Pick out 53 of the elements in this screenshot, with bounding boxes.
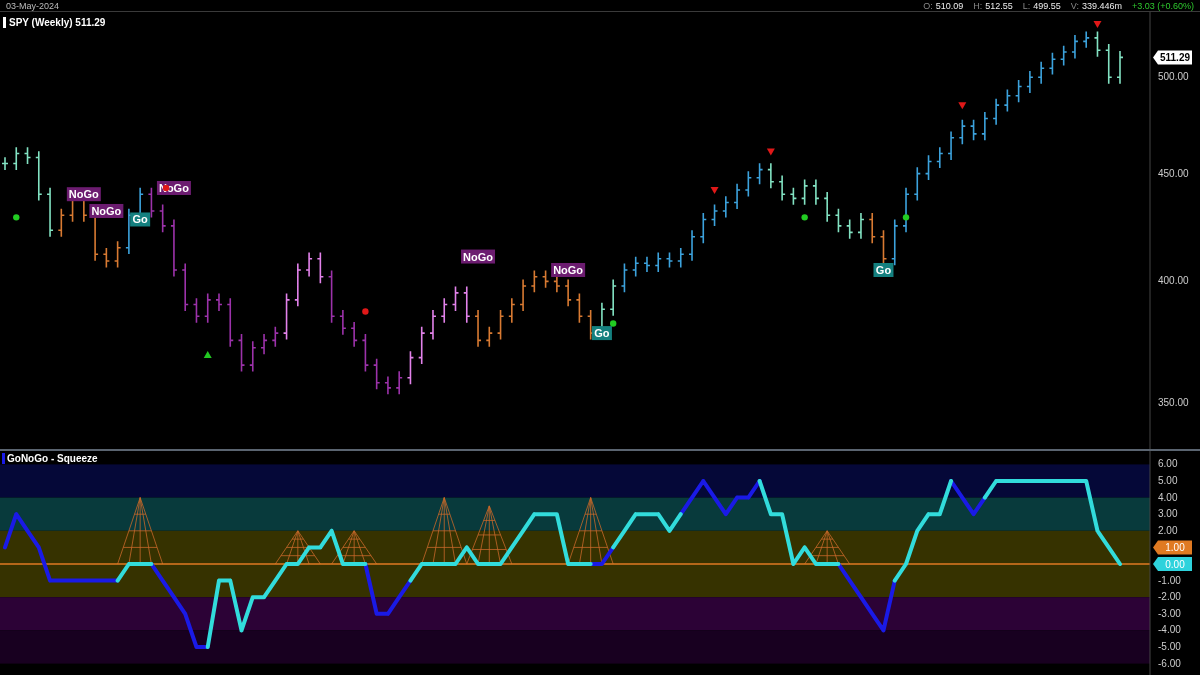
axis-label: -5.00	[1158, 641, 1181, 652]
dot-icon	[13, 214, 20, 221]
axis-label: 450.00	[1158, 167, 1189, 179]
dot-icon	[610, 320, 617, 327]
down-triangle-icon	[710, 187, 719, 195]
down-triangle-icon	[1093, 21, 1102, 28]
axis-label: -1.00	[1158, 574, 1181, 586]
go-tag: Go	[130, 212, 151, 227]
axis-label: 3.00	[1158, 508, 1178, 520]
legend-marker	[2, 453, 5, 464]
axis-label: 500.00	[1158, 71, 1189, 83]
nogo-tag: NoGo	[461, 249, 496, 264]
nogo-tag: NoGo	[89, 203, 124, 218]
axis-label: -6.00	[1158, 657, 1181, 669]
price-change: +3.03 (+0.60%)	[1131, 0, 1194, 11]
value-badge: 0.00	[1153, 557, 1192, 571]
down-triangle-icon	[958, 102, 967, 110]
ohlc-value: L: 499.55	[1022, 0, 1061, 11]
squeeze-fan-drawing	[117, 497, 164, 565]
axis-label: -2.00	[1158, 591, 1181, 603]
axis-label: 4.00	[1158, 491, 1178, 503]
go-tag: Go	[873, 263, 894, 277]
ohlc-value: V: 339.446m	[1070, 0, 1122, 11]
dot-icon	[902, 214, 910, 221]
value-badge: 1.00	[1153, 540, 1192, 555]
axis-label: 400.00	[1158, 275, 1189, 287]
date-label: 03-May-2024	[6, 0, 60, 11]
squeeze-fan-drawing	[466, 505, 513, 565]
ohlc-value: O: 510.09	[923, 0, 964, 11]
axis-label: 350.00	[1158, 397, 1189, 409]
axis-label: 2.00	[1158, 524, 1178, 536]
axis-label: -3.00	[1158, 607, 1181, 619]
go-tag: Go	[591, 326, 612, 341]
axis-label: 5.00	[1158, 475, 1178, 486]
price-badge: 511.29	[1153, 50, 1192, 65]
nogo-tag: NoGo	[66, 187, 101, 202]
legend-marker	[3, 17, 6, 28]
dot-icon	[362, 308, 369, 315]
down-triangle-icon	[766, 148, 775, 156]
squeeze-fan-drawing	[274, 530, 321, 565]
up-triangle-icon	[203, 351, 212, 359]
ohlc-value: H: 512.55	[973, 0, 1013, 11]
axis-label: 6.00	[1158, 458, 1178, 470]
panel-title: GoNoGo - Squeeze	[7, 453, 98, 464]
squeeze-fan-drawing	[567, 497, 614, 565]
dot-icon	[801, 214, 808, 221]
dot-icon	[162, 184, 170, 192]
chart-title: SPY (Weekly) 511.29	[9, 17, 106, 28]
squeeze-fan-drawing	[804, 530, 851, 565]
squeeze-fan-drawing	[421, 497, 468, 565]
nogo-tag: NoGo	[551, 263, 586, 277]
axis-label: -4.00	[1158, 624, 1181, 636]
squeeze-fan-drawing	[331, 530, 378, 565]
